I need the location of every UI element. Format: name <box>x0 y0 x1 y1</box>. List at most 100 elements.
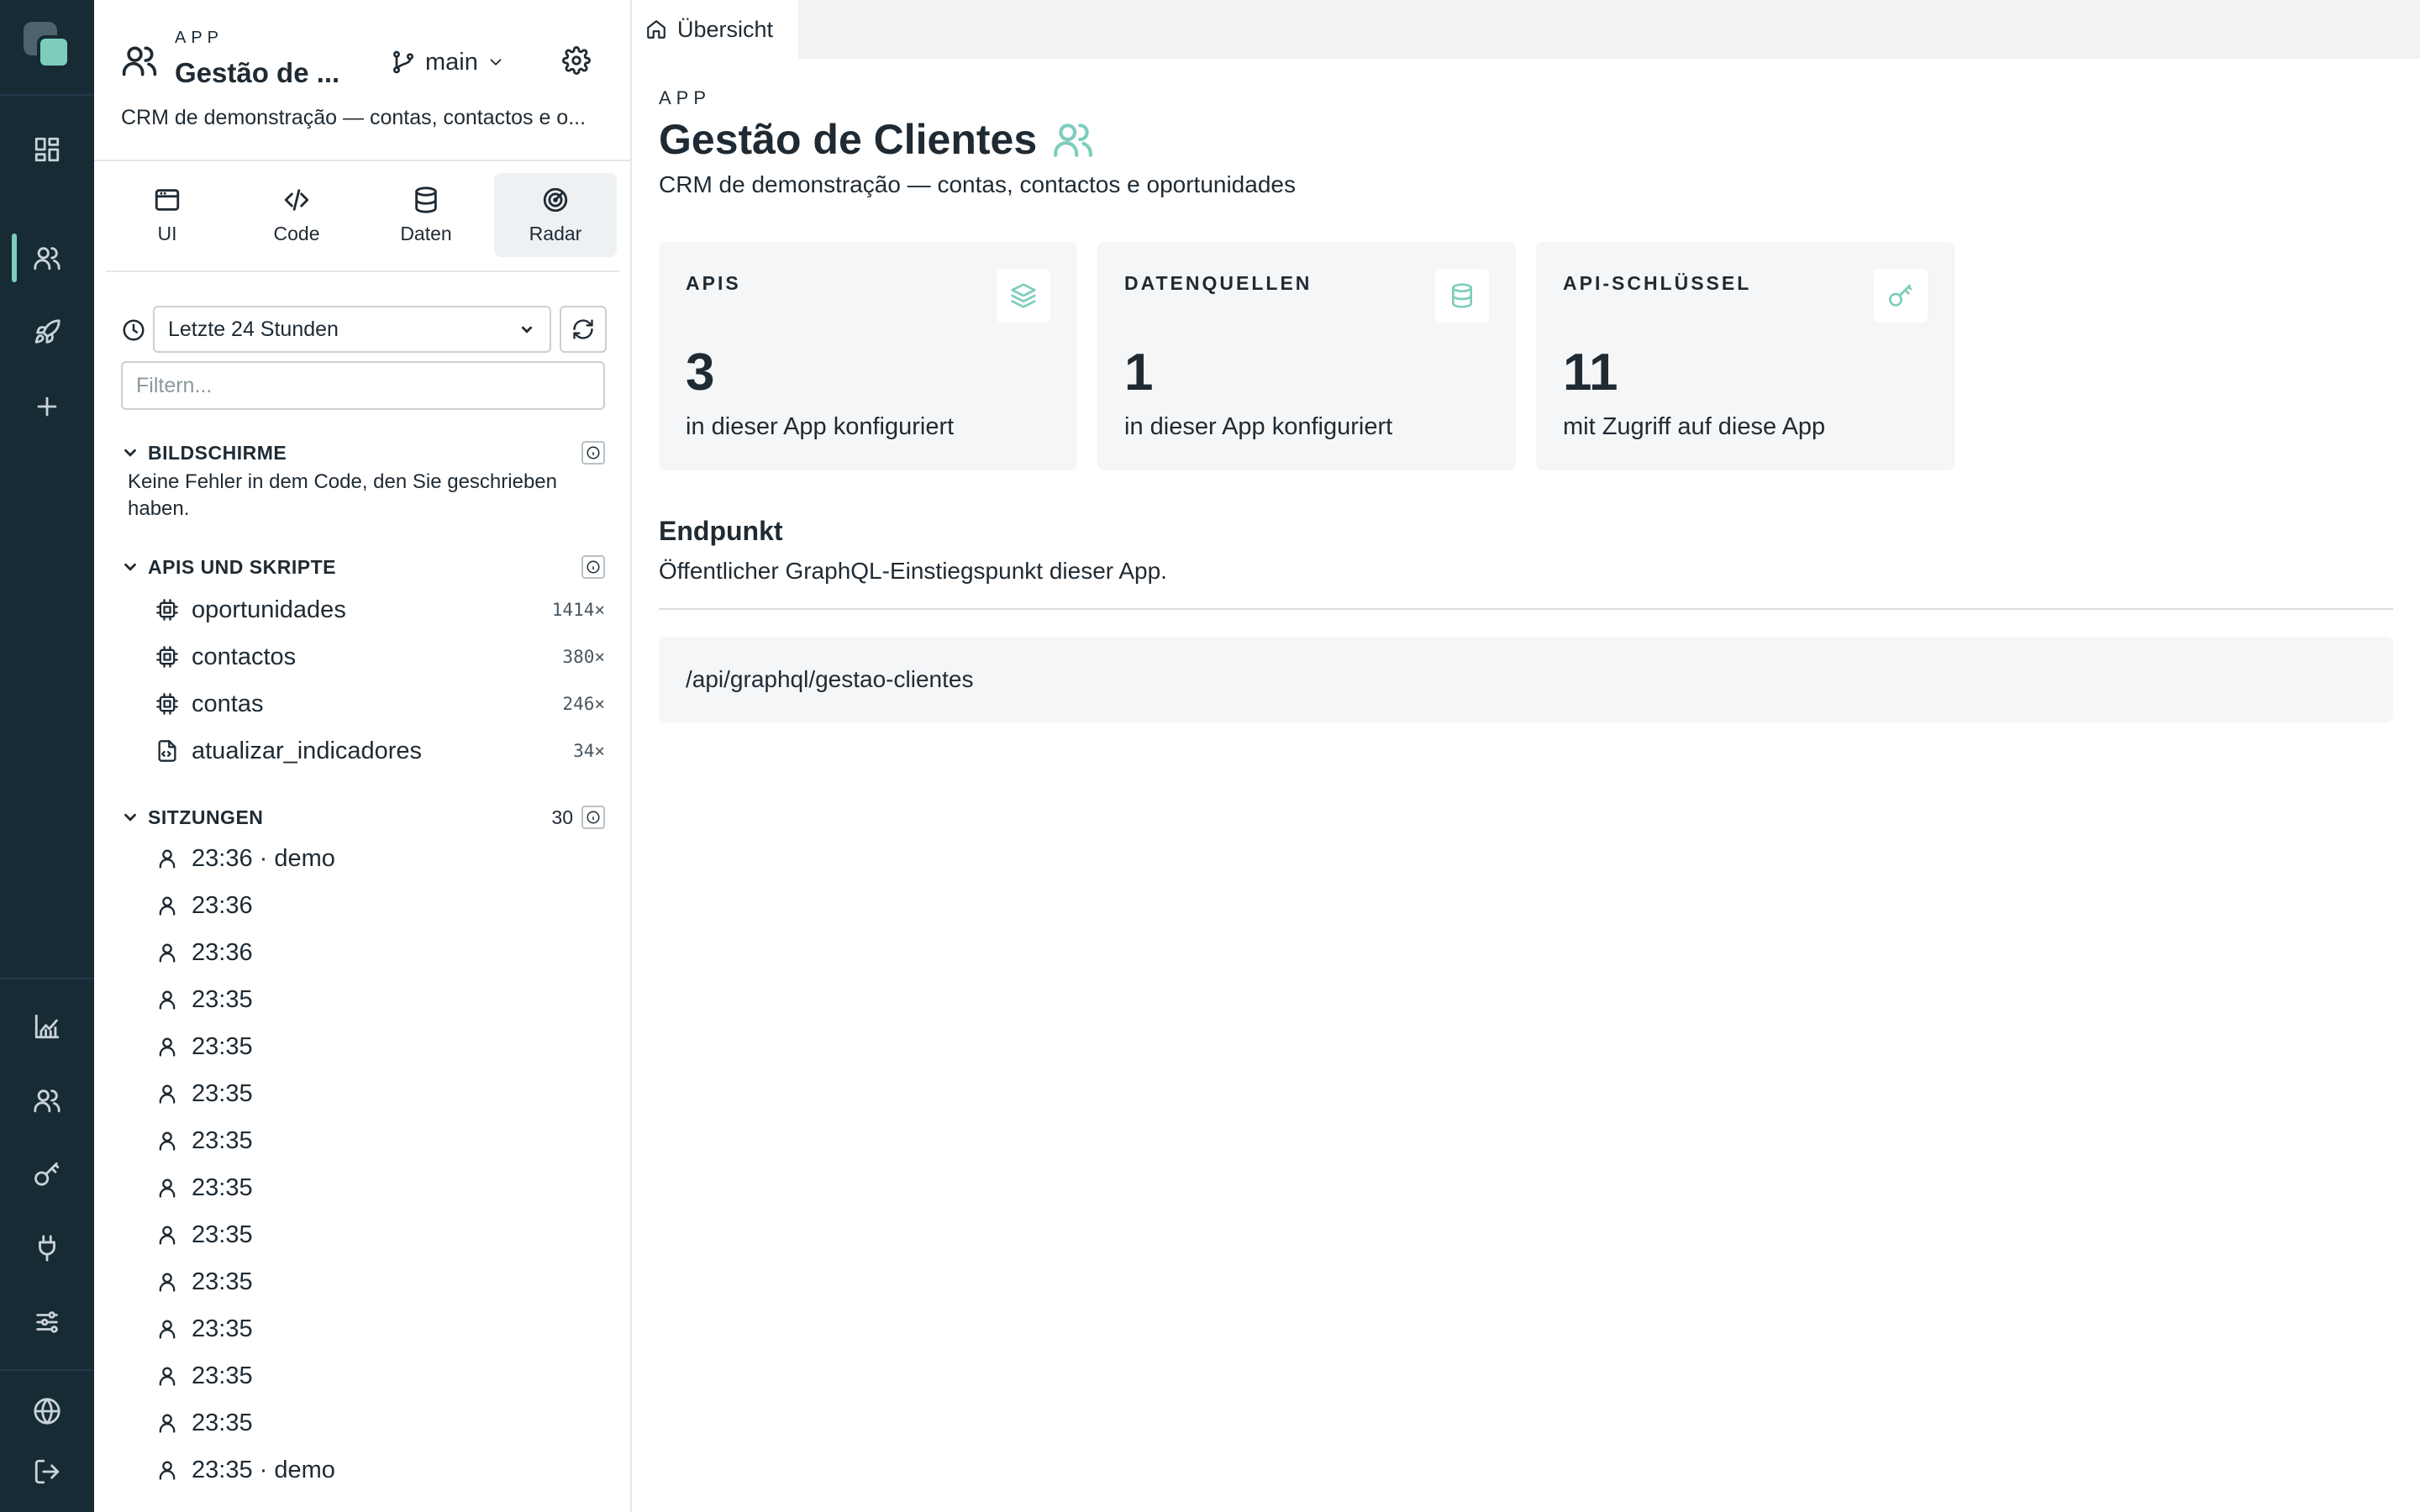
rail-active-indicator <box>12 234 17 282</box>
script-item[interactable]: atualizar_indicadores 34× <box>155 731 605 771</box>
users-icon[interactable] <box>30 241 64 275</box>
globe-icon[interactable] <box>30 1394 64 1428</box>
user-icon <box>155 1363 180 1389</box>
api-item[interactable]: contas 246× <box>155 684 605 724</box>
chart-icon[interactable] <box>30 1010 64 1043</box>
session-item[interactable]: 23:35 <box>155 1074 605 1114</box>
call-count: 1414× <box>551 600 605 620</box>
tab-code[interactable]: Code <box>235 173 358 257</box>
tab-overview[interactable]: Übersicht <box>632 0 798 59</box>
session-item[interactable]: 23:35 <box>155 1403 605 1443</box>
section-label: SITZUNGEN <box>148 806 264 828</box>
session-item[interactable]: 23:35 <box>155 1026 605 1067</box>
section-sessions[interactable]: SITZUNGEN 30 <box>121 803 605 832</box>
user-icon <box>155 987 180 1012</box>
filter-input[interactable] <box>121 361 605 410</box>
session-label: 23:35 <box>192 1409 253 1436</box>
info-icon[interactable] <box>581 806 605 829</box>
branch-name: main <box>425 48 478 76</box>
refresh-icon <box>573 319 593 339</box>
section-label: BILDSCHIRME <box>148 441 287 464</box>
app-kicker: APP <box>175 29 224 47</box>
session-item[interactable]: 23:35 <box>155 979 605 1020</box>
rail-divider <box>0 94 94 96</box>
team-icon[interactable] <box>30 1084 64 1117</box>
script-name: atualizar_indicadores <box>192 737 423 764</box>
plug-icon[interactable] <box>30 1231 64 1265</box>
time-range-select[interactable]: Letzte 24 Stunden <box>153 306 551 353</box>
session-item[interactable]: 23:35 <box>155 1215 605 1255</box>
section-apis[interactable]: APIS UND SKRIPTE <box>121 553 605 581</box>
stat-caption: in dieser App konfiguriert <box>686 413 955 440</box>
section-screens[interactable]: BILDSCHIRME <box>121 438 605 467</box>
endpoint-description: Öffentlicher GraphQL-Einstiegspunkt dies… <box>659 558 1167 584</box>
stat-card-api-keys[interactable]: API-SCHLÜSSEL 11 mit Zugriff auf diese A… <box>1536 242 1954 470</box>
rail-divider <box>0 1369 94 1371</box>
tab-label: Daten <box>400 222 452 244</box>
tab-daten[interactable]: Daten <box>365 173 487 257</box>
user-icon <box>155 1175 180 1200</box>
session-item[interactable]: 23:36 · demo <box>155 838 605 879</box>
chip-icon <box>155 597 180 622</box>
plus-icon[interactable] <box>30 390 64 423</box>
session-item[interactable]: 23:35 <box>155 1168 605 1208</box>
stat-card-datasources[interactable]: DATENQUELLEN 1 in dieser App konfigurier… <box>1097 242 1516 470</box>
dashboard-icon[interactable] <box>30 133 64 166</box>
time-range-row: Letzte 24 Stunden <box>121 306 617 353</box>
tab-label: Radar <box>529 222 582 244</box>
database-icon <box>415 186 437 213</box>
tab-radar[interactable]: Radar <box>494 173 617 257</box>
key-icon[interactable] <box>30 1158 64 1191</box>
user-icon <box>155 1081 180 1106</box>
session-item[interactable]: 23:35 <box>155 1309 605 1349</box>
editor-tabbar: Übersicht <box>632 0 2420 59</box>
chevron-down-icon <box>521 326 533 333</box>
user-icon <box>155 1128 180 1153</box>
stat-label: API-SCHLÜSSEL <box>1563 272 1752 294</box>
page-title: Gestão de Clientes <box>659 116 1038 163</box>
page-kicker: APP <box>659 87 712 108</box>
api-item[interactable]: contactos 380× <box>155 637 605 677</box>
script-file-icon <box>155 738 180 764</box>
api-item[interactable]: oportunidades 1414× <box>155 590 605 630</box>
session-item[interactable]: 23:35 · demo <box>155 1450 605 1490</box>
branch-selector[interactable]: main <box>390 44 505 81</box>
session-label: 23:35 <box>192 1032 253 1060</box>
tab-label: UI <box>157 222 177 244</box>
users-icon <box>1054 123 1093 157</box>
tab-ui[interactable]: UI <box>106 173 229 257</box>
chevron-down-icon <box>121 558 139 576</box>
session-item[interactable]: 23:36 <box>155 932 605 973</box>
key-icon <box>1874 269 1928 323</box>
info-icon[interactable] <box>581 441 605 465</box>
info-icon[interactable] <box>581 555 605 579</box>
brand-logo[interactable] <box>24 22 72 71</box>
time-range-value: Letzte 24 Stunden <box>168 317 339 341</box>
settings-button[interactable] <box>558 42 595 79</box>
icon-rail <box>0 0 94 1512</box>
session-item[interactable]: 23:35 <box>155 1121 605 1161</box>
user-icon <box>155 1034 180 1059</box>
refresh-button[interactable] <box>560 306 607 353</box>
session-item[interactable]: 23:35 <box>155 1356 605 1396</box>
api-name: oportunidades <box>192 596 346 623</box>
sliders-icon[interactable] <box>30 1305 64 1339</box>
endpoint-divider <box>659 608 2393 610</box>
gear-icon <box>562 46 591 75</box>
stat-label: DATENQUELLEN <box>1124 272 1313 294</box>
window-icon <box>155 188 180 211</box>
logout-icon[interactable] <box>30 1455 64 1488</box>
session-label: 23:35 <box>192 1362 253 1389</box>
radar-icon <box>543 187 568 212</box>
page-subtitle: CRM de demonstração — contas, contactos … <box>659 171 1296 197</box>
chevron-down-icon <box>490 59 502 66</box>
stat-card-apis[interactable]: APIS 3 in dieser App konfiguriert <box>659 242 1077 470</box>
rocket-icon[interactable] <box>30 316 64 349</box>
user-icon <box>155 1457 180 1483</box>
session-item[interactable]: 23:35 <box>155 1262 605 1302</box>
database-icon <box>1435 269 1489 323</box>
users-icon <box>121 42 158 79</box>
endpoint-url-box[interactable]: /api/graphql/gestao-clientes <box>659 637 2393 722</box>
session-label: 23:36 · demo <box>192 844 335 872</box>
session-item[interactable]: 23:36 <box>155 885 605 926</box>
